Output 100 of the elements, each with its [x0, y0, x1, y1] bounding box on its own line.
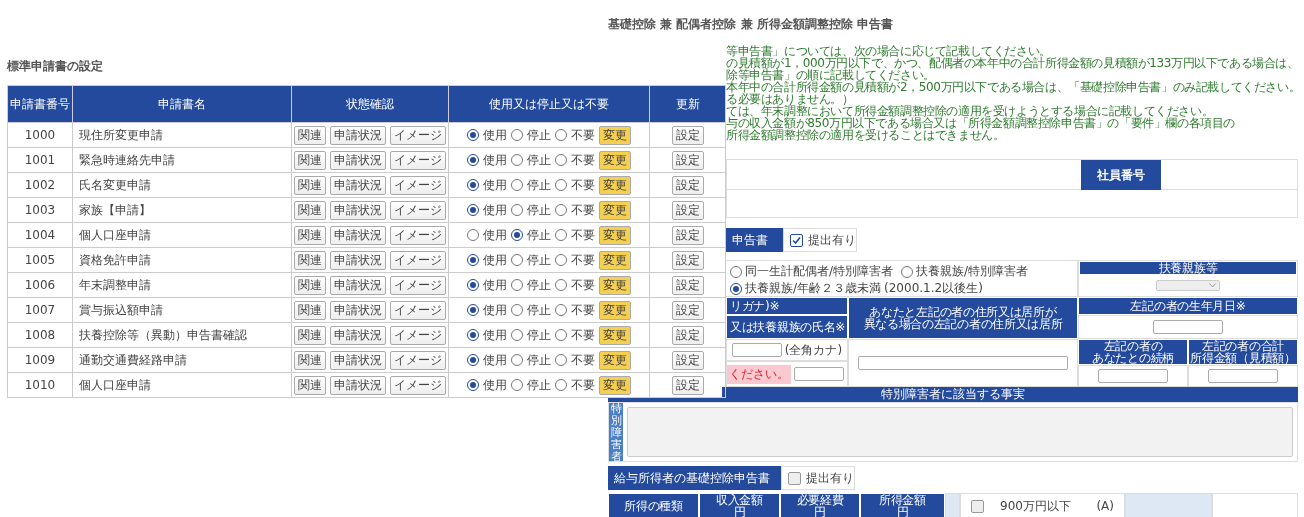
input-field[interactable] [1098, 369, 1168, 383]
action-button[interactable]: イメージ [390, 375, 446, 395]
change-button[interactable]: 変更 [599, 125, 631, 145]
radio-button[interactable] [467, 179, 479, 191]
change-button[interactable]: 変更 [599, 150, 631, 170]
settings-button[interactable]: 設定 [671, 350, 704, 370]
input-field[interactable] [1208, 369, 1278, 383]
action-button[interactable]: 申請状況 [330, 375, 386, 395]
radio-button[interactable] [511, 254, 523, 266]
input-field[interactable] [731, 343, 782, 357]
change-button[interactable]: 変更 [599, 225, 631, 245]
settings-button[interactable]: 設定 [671, 125, 704, 145]
settings-button[interactable]: 設定 [671, 175, 704, 195]
radio-button[interactable] [555, 279, 567, 291]
radio-button[interactable] [511, 179, 523, 191]
radio-button[interactable] [555, 354, 567, 366]
action-button[interactable]: 関連 [294, 125, 326, 145]
action-button[interactable]: 申請状況 [330, 275, 386, 295]
radio-button[interactable] [511, 154, 523, 166]
radio-button[interactable] [511, 329, 523, 341]
change-button[interactable]: 変更 [599, 200, 631, 220]
action-button[interactable]: 申請状況 [330, 150, 386, 170]
radio-button[interactable] [511, 279, 523, 291]
action-button[interactable]: イメージ [390, 300, 446, 320]
settings-button[interactable]: 設定 [671, 225, 704, 245]
action-button[interactable]: 申請状況 [330, 200, 386, 220]
settings-button[interactable]: 設定 [671, 300, 704, 320]
input-field[interactable] [1153, 320, 1223, 334]
change-button[interactable]: 変更 [599, 375, 631, 395]
action-button[interactable]: 申請状況 [330, 325, 386, 345]
radio-button[interactable] [511, 304, 523, 316]
action-button[interactable]: 関連 [294, 150, 326, 170]
action-button[interactable]: イメージ [390, 325, 446, 345]
radio-button[interactable] [555, 179, 567, 191]
action-button[interactable]: 関連 [294, 275, 326, 295]
radio-button[interactable] [555, 129, 567, 141]
action-button[interactable]: 関連 [294, 375, 326, 395]
action-button[interactable]: 申請状況 [330, 250, 386, 270]
change-button[interactable]: 変更 [599, 175, 631, 195]
radio-button[interactable] [467, 304, 479, 316]
checkbox[interactable] [971, 499, 984, 513]
action-button[interactable]: 申請状況 [330, 300, 386, 320]
settings-button[interactable]: 設定 [671, 250, 704, 270]
radio-button[interactable] [467, 379, 479, 391]
radio-button[interactable] [511, 354, 523, 366]
action-button[interactable]: 申請状況 [330, 175, 386, 195]
radio-button[interactable] [511, 204, 523, 216]
radio-button[interactable] [511, 229, 523, 241]
radio-button[interactable] [467, 354, 479, 366]
radio-button[interactable] [555, 204, 567, 216]
action-button[interactable]: イメージ [390, 350, 446, 370]
radio-button[interactable] [467, 279, 479, 291]
action-button[interactable]: イメージ [390, 150, 446, 170]
radio-button[interactable] [555, 304, 567, 316]
action-button[interactable]: 関連 [294, 200, 326, 220]
settings-button[interactable]: 設定 [671, 275, 704, 295]
radio-button[interactable] [901, 265, 914, 278]
checkbox[interactable] [790, 233, 803, 247]
action-button[interactable]: イメージ [390, 200, 446, 220]
radio-button[interactable] [555, 229, 567, 241]
action-button[interactable]: 関連 [294, 225, 326, 245]
checkbox[interactable] [788, 471, 801, 485]
radio-button[interactable] [467, 204, 479, 216]
radio-button[interactable] [555, 154, 567, 166]
radio-button[interactable] [555, 329, 567, 341]
action-button[interactable]: イメージ [390, 275, 446, 295]
action-button[interactable]: 申請状況 [330, 350, 386, 370]
settings-button[interactable]: 設定 [671, 150, 704, 170]
change-button[interactable]: 変更 [599, 300, 631, 320]
action-button[interactable]: 申請状況 [330, 225, 386, 245]
action-button[interactable]: イメージ [390, 225, 446, 245]
change-button[interactable]: 変更 [599, 350, 631, 370]
radio-button[interactable] [467, 254, 479, 266]
radio-button[interactable] [467, 329, 479, 341]
action-button[interactable]: イメージ [390, 250, 446, 270]
change-button[interactable]: 変更 [599, 275, 631, 295]
action-button[interactable]: 関連 [294, 350, 326, 370]
radio-button[interactable] [511, 379, 523, 391]
change-button[interactable]: 変更 [599, 325, 631, 345]
input-field[interactable] [858, 356, 1068, 370]
change-button[interactable]: 変更 [599, 250, 631, 270]
action-button[interactable]: イメージ [390, 175, 446, 195]
action-button[interactable]: イメージ [390, 125, 446, 145]
settings-button[interactable]: 設定 [671, 325, 704, 345]
radio-button[interactable] [730, 265, 742, 278]
action-button[interactable]: 関連 [294, 325, 326, 345]
action-button[interactable]: 関連 [294, 300, 326, 320]
radio-button[interactable] [730, 282, 742, 295]
radio-button[interactable] [467, 129, 479, 141]
radio-button[interactable] [555, 379, 567, 391]
radio-button[interactable] [467, 154, 479, 166]
action-button[interactable]: 関連 [294, 175, 326, 195]
settings-button[interactable]: 設定 [671, 200, 704, 220]
radio-button[interactable] [511, 129, 523, 141]
radio-button[interactable] [467, 229, 479, 241]
action-button[interactable]: 関連 [294, 250, 326, 270]
input-field[interactable] [794, 367, 844, 381]
action-button[interactable]: 申請状況 [330, 125, 386, 145]
radio-button[interactable] [555, 254, 567, 266]
settings-button[interactable]: 設定 [671, 375, 704, 395]
